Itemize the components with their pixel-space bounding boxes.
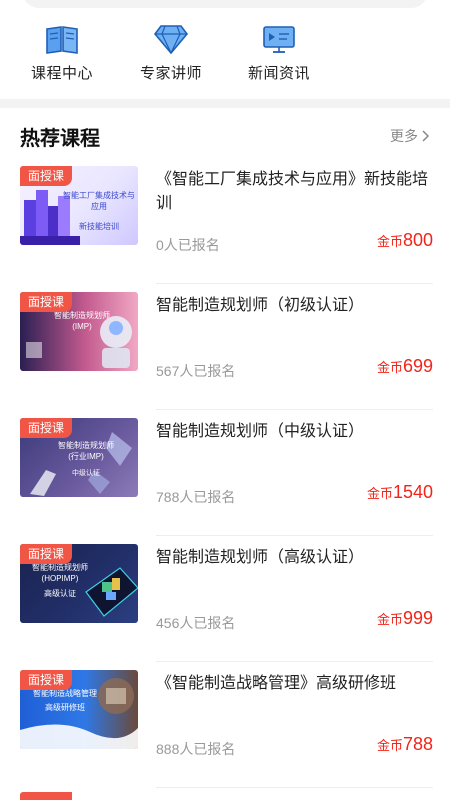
price-value: 999 [402, 608, 433, 628]
thumb-line: 智能工厂集成技术与应用 [63, 191, 135, 211]
thumb-line: (HOPIMP) [41, 574, 79, 583]
course-price: 金币788 [377, 734, 433, 755]
course-thumbnail: 智能制造规划师 (行业IMP) 中级认证 面授课 [20, 418, 138, 497]
thumb-line: 新技能培训 [79, 222, 119, 231]
course-tag: 面授课 [20, 418, 72, 438]
thumb-line: 高级研修班 [45, 703, 85, 712]
nav-news[interactable]: 新闻资讯 [229, 22, 329, 83]
more-link[interactable]: 更多 [390, 126, 430, 146]
enrolled-count: 788人已报名 [156, 489, 236, 505]
price-unit: 金币 [376, 234, 403, 249]
course-title: 智能制造规划师（高级认证） [156, 549, 365, 566]
course-title: 《智能制造战略管理》高级研修班 [156, 675, 397, 692]
course-price: 金币800 [377, 230, 433, 251]
thumb-line: (IMP) [72, 322, 92, 331]
price-value: 1540 [392, 482, 433, 502]
nav-expert-lecturer[interactable]: 专家讲师 [121, 22, 221, 83]
course-title: 智能制造规划师（中级认证） [156, 423, 365, 440]
section-header: 热荐课程 更多 [20, 120, 430, 150]
section-title: 热荐课程 [20, 128, 100, 150]
book-icon [46, 26, 78, 54]
nav-course-center[interactable]: 课程中心 [12, 22, 112, 83]
price-value: 788 [402, 734, 433, 754]
course-card[interactable]: 智能制造战略管理 高级研修班 面授课 《智能制造战略管理》高级研修班 888人已… [0, 662, 450, 788]
course-card[interactable]: 智能工厂集成技术与应用 新技能培训 面授课 《智能工厂集成技术与应用》新技能培训… [0, 158, 450, 284]
course-card[interactable]: 智能制造规划师 (IMP) 面授课 智能制造规划师（初级认证） 567人已报名 … [0, 284, 450, 410]
course-tag: 面授课 [20, 544, 72, 564]
course-tag: 面授课 [20, 670, 72, 690]
price-unit: 金币 [376, 612, 403, 627]
diamond-icon [153, 25, 189, 55]
nav-label: 专家讲师 [139, 65, 202, 82]
price-unit: 金币 [376, 738, 403, 753]
row-divider [156, 787, 433, 788]
chevron-right-icon [422, 130, 430, 142]
price-unit: 金币 [376, 360, 403, 375]
price-value: 699 [402, 356, 433, 376]
course-price: 金币999 [377, 608, 433, 629]
search-bar[interactable] [22, 0, 428, 8]
enrolled-count: 888人已报名 [156, 741, 236, 757]
thumb-line: 高级认证 [44, 589, 76, 598]
enrolled-count: 0人已报名 [156, 237, 220, 253]
enrolled-count: 567人已报名 [156, 363, 236, 379]
price-value: 800 [402, 230, 433, 250]
course-price: 金币1540 [367, 482, 433, 503]
enrolled-count: 456人已报名 [156, 615, 236, 631]
nav-label: 新闻资讯 [247, 65, 310, 82]
course-title: 《智能工厂集成技术与应用》新技能培训 [156, 171, 429, 212]
course-tag: 面授课 [20, 166, 72, 186]
course-card[interactable]: 智能制造规划师 (HOPIMP) 高级认证 面授课 智能制造规划师（高级认证） … [0, 536, 450, 662]
more-label: 更多 [390, 128, 418, 144]
thumb-line: 中级认证 [72, 470, 100, 477]
section-divider [0, 99, 450, 108]
course-thumbnail: 智能工厂集成技术与应用 新技能培训 面授课 [20, 166, 138, 245]
course-price: 金币699 [377, 356, 433, 377]
thumb-line: 智能制造规划师 [58, 441, 114, 450]
nav-label: 课程中心 [30, 65, 93, 82]
course-thumbnail: 智能制造规划师 (HOPIMP) 高级认证 面授课 [20, 544, 138, 623]
course-title: 智能制造规划师（初级认证） [156, 297, 365, 314]
next-course-tag-peek [20, 792, 72, 800]
monitor-icon [263, 26, 295, 53]
quick-nav: 课程中心 专家讲师 新闻资讯 [0, 22, 450, 92]
course-card[interactable]: 智能制造规划师 (行业IMP) 中级认证 面授课 智能制造规划师（中级认证） 7… [0, 410, 450, 536]
price-unit: 金币 [366, 486, 393, 501]
course-tag: 面授课 [20, 292, 72, 312]
course-thumbnail: 智能制造规划师 (IMP) 面授课 [20, 292, 138, 371]
course-thumbnail: 智能制造战略管理 高级研修班 面授课 [20, 670, 138, 749]
thumb-line: (行业IMP) [68, 452, 104, 461]
